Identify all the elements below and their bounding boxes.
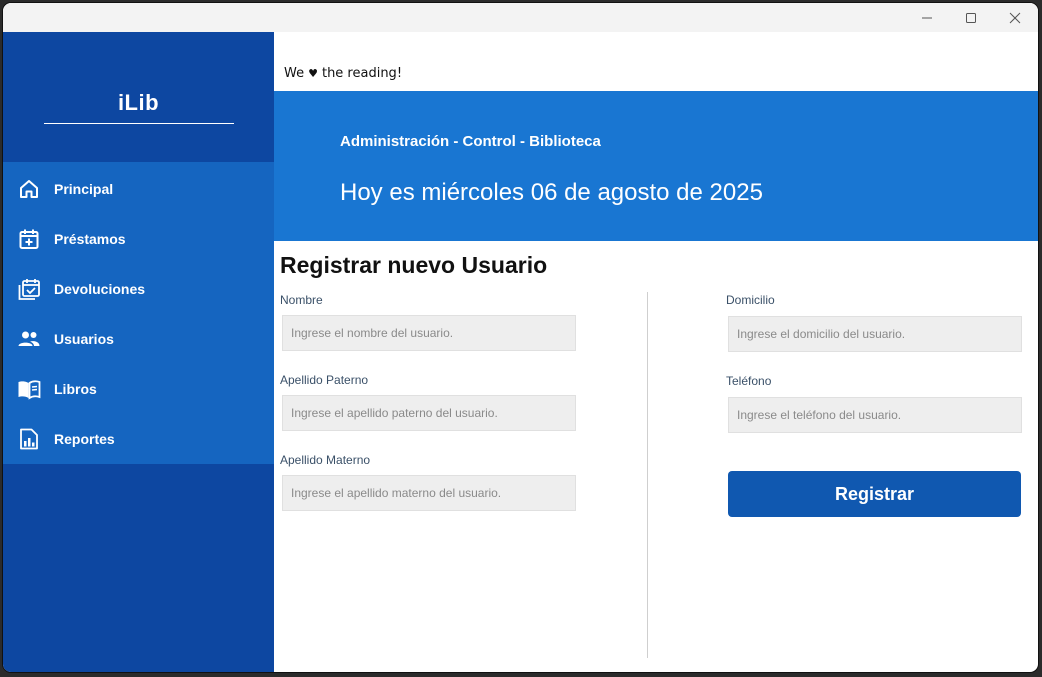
header-banner: Administración - Control - Biblioteca Ho… bbox=[274, 91, 1038, 241]
nombre-input[interactable] bbox=[282, 315, 576, 351]
tagline-end: the reading! bbox=[321, 66, 403, 81]
apellido-materno-input[interactable] bbox=[282, 475, 576, 511]
sidebar-item-reportes[interactable]: Reportes bbox=[3, 414, 274, 464]
banner-subtitle: Administración - Control - Biblioteca bbox=[340, 133, 601, 150]
sidebar-item-label: Principal bbox=[54, 181, 114, 197]
nombre-label: Nombre bbox=[280, 293, 323, 307]
tagline-start: We bbox=[284, 66, 305, 81]
close-button[interactable] bbox=[993, 3, 1037, 32]
maximize-icon bbox=[966, 12, 976, 23]
sidebar-item-principal[interactable]: Principal bbox=[3, 164, 274, 214]
maximize-button[interactable] bbox=[949, 3, 993, 32]
sidebar: iLib Principal Préstamos Devoluciones Us… bbox=[3, 32, 274, 672]
minimize-icon bbox=[922, 17, 932, 18]
domicilio-input[interactable] bbox=[728, 316, 1022, 352]
users-icon bbox=[18, 331, 40, 346]
telefono-label: Teléfono bbox=[726, 374, 772, 388]
heart-icon: ♥ bbox=[308, 67, 318, 80]
sidebar-item-label: Reportes bbox=[54, 431, 115, 447]
home-icon bbox=[20, 180, 38, 198]
sidebar-nav: Principal Préstamos Devoluciones Usuario… bbox=[3, 162, 274, 464]
sidebar-item-label: Devoluciones bbox=[54, 281, 146, 297]
app-logo-text: iLib bbox=[117, 90, 160, 115]
sidebar-item-libros[interactable]: Libros bbox=[3, 364, 274, 414]
sidebar-item-devoluciones[interactable]: Devoluciones bbox=[3, 264, 274, 314]
page-title: Registrar nuevo Usuario bbox=[280, 252, 548, 278]
telefono-input[interactable] bbox=[728, 397, 1022, 433]
sidebar-item-label: Préstamos bbox=[54, 231, 126, 247]
apellido-paterno-input[interactable] bbox=[282, 395, 576, 431]
brand-underline bbox=[44, 123, 234, 124]
sidebar-item-prestamos[interactable]: Préstamos bbox=[3, 214, 274, 264]
sidebar-item-label: Libros bbox=[54, 381, 97, 397]
book-icon bbox=[18, 380, 41, 400]
calendar-check-icon bbox=[18, 279, 40, 300]
close-icon bbox=[1009, 12, 1021, 23]
apellido-paterno-label: Apellido Paterno bbox=[280, 373, 369, 387]
register-button[interactable]: Registrar bbox=[728, 471, 1021, 517]
column-divider bbox=[647, 292, 648, 658]
report-icon bbox=[20, 428, 38, 450]
sidebar-item-label: Usuarios bbox=[54, 331, 114, 347]
minimize-button[interactable] bbox=[905, 3, 949, 32]
calendar-plus-icon bbox=[19, 229, 39, 249]
sidebar-item-usuarios[interactable]: Usuarios bbox=[3, 314, 274, 364]
apellido-materno-label: Apellido Materno bbox=[280, 453, 371, 467]
domicilio-label: Domicilio bbox=[726, 293, 775, 307]
current-date: Hoy es miércoles 06 de agosto de 2025 bbox=[340, 179, 763, 206]
title-bar bbox=[3, 3, 1038, 32]
app-window: iLib Principal Préstamos Devoluciones Us… bbox=[3, 3, 1038, 672]
brand-header: iLib bbox=[3, 32, 274, 162]
tagline: We ♥ the reading! bbox=[284, 66, 402, 81]
